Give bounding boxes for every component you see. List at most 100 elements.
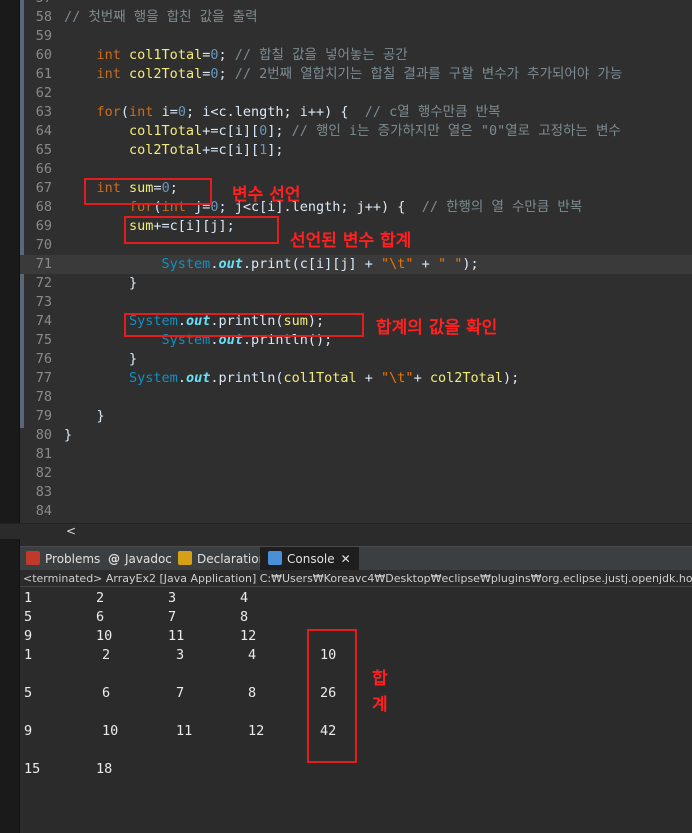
line-number: 62 — [35, 85, 52, 101]
console-value: 4 — [240, 590, 249, 606]
line-number: 71 — [35, 256, 52, 272]
console-icon — [268, 551, 282, 565]
console-value: 3 — [176, 647, 185, 663]
console-value: 8 — [240, 609, 249, 625]
line-number: 61 — [35, 66, 52, 82]
code-text[interactable]: System.out.print(c[i][j] + "\t" + " "); — [64, 255, 479, 274]
code-line[interactable]: 80} — [0, 426, 692, 445]
line-number: 68 — [35, 199, 52, 215]
console-value: 10 — [96, 628, 113, 644]
line-number: 78 — [35, 389, 52, 405]
declaration-icon — [178, 551, 192, 565]
console-value: 9 — [24, 628, 33, 644]
line-number: 76 — [35, 351, 52, 367]
code-text[interactable]: for(int i=0; i<c.length; i++) { // c열 행수… — [64, 103, 501, 122]
line-number: 73 — [35, 294, 52, 310]
code-text[interactable]: } — [64, 407, 105, 426]
code-text[interactable]: // 첫번째 행을 합친 값을 출력 — [64, 8, 258, 27]
code-text[interactable]: int col2Total=0; // 2번째 열합치기는 합칠 결과를 구할 … — [64, 65, 623, 84]
code-line[interactable]: 72 } — [0, 274, 692, 293]
code-editor[interactable]: 5758 // 첫번째 행을 합친 값을 출력 59 60 int col1Total… — [0, 0, 692, 523]
line-number: 75 — [35, 332, 52, 348]
console-value: 12 — [240, 628, 257, 644]
line-number: 63 — [35, 104, 52, 120]
scroll-left-icon[interactable]: < — [66, 524, 76, 538]
line-number: 81 — [35, 446, 52, 462]
console-value: 7 — [168, 609, 177, 625]
console-value: 6 — [96, 609, 105, 625]
tab-declaration[interactable]: Declaration — [178, 547, 266, 571]
code-text[interactable]: col1Total+=c[i][0]; // 행인 i는 증가하지만 열은 "0… — [64, 122, 621, 141]
code-line[interactable]: 71 System.out.print(c[i][j] + "\t" + " "… — [0, 255, 692, 274]
code-text[interactable]: } — [64, 274, 137, 293]
console-status: <terminated> ArrayEx2 [Java Application]… — [20, 570, 692, 587]
code-line[interactable]: 84 — [0, 502, 692, 521]
line-number: 72 — [35, 275, 52, 291]
code-line[interactable]: 79 } — [0, 407, 692, 426]
line-number: 84 — [35, 503, 52, 519]
annotation-sum-declared: 선언된 변수 합계 — [290, 231, 412, 251]
code-line[interactable]: 58 // 첫번째 행을 합친 값을 출력 — [0, 8, 692, 27]
code-text[interactable]: col2Total+=c[i][1]; — [64, 141, 283, 160]
console-value: 15 — [24, 761, 41, 777]
bottom-panel-tabs: Problems @ Javadoc Declaration Console ✕ — [20, 546, 692, 571]
code-line[interactable]: 73 — [0, 293, 692, 312]
code-text[interactable]: } — [64, 350, 137, 369]
console-value: 2 — [102, 647, 111, 663]
console-value: 1 — [24, 647, 33, 663]
annotation-box-totals — [307, 629, 357, 763]
line-number: 74 — [35, 313, 52, 329]
console-value: 11 — [168, 628, 185, 644]
code-line[interactable]: 81 — [0, 445, 692, 464]
code-line[interactable]: 78 — [0, 388, 692, 407]
problems-icon — [26, 551, 40, 565]
code-line[interactable]: 65 col2Total+=c[i][1]; — [0, 141, 692, 160]
code-line[interactable]: 61 int col2Total=0; // 2번째 열합치기는 합칠 결과를 … — [0, 65, 692, 84]
line-number: 82 — [35, 465, 52, 481]
code-text[interactable]: int col1Total=0; // 합칠 값을 넣어놓는 공간 — [64, 46, 408, 65]
code-line[interactable]: 82 — [0, 464, 692, 483]
console-value: 2 — [96, 590, 105, 606]
code-line[interactable]: 64 col1Total+=c[i][0]; // 행인 i는 증가하지만 열은… — [0, 122, 692, 141]
console-value: 12 — [248, 723, 265, 739]
line-number: 67 — [35, 180, 52, 196]
console-value: 6 — [102, 685, 111, 701]
code-text[interactable]: System.out.println(col1Total + "\t"+ col… — [64, 369, 519, 388]
console-value: 1 — [24, 590, 33, 606]
annotation-total-2: 계 — [372, 695, 388, 715]
console-value: 7 — [176, 685, 185, 701]
console-value: 4 — [248, 647, 257, 663]
annotation-total-1: 합 — [372, 669, 388, 689]
left-rail — [0, 0, 20, 833]
console-value: 9 — [24, 723, 33, 739]
horizontal-scrollbar[interactable]: < — [0, 523, 692, 539]
close-icon[interactable]: ✕ — [341, 552, 351, 566]
line-number: 64 — [35, 123, 52, 139]
line-number: 66 — [35, 161, 52, 177]
line-number: 59 — [35, 28, 52, 44]
console-value: 18 — [96, 761, 113, 777]
line-number: 83 — [35, 484, 52, 500]
line-number: 65 — [35, 142, 52, 158]
line-number: 80 — [35, 427, 52, 443]
annotation-check-sum: 합계의 값을 확인 — [376, 318, 498, 338]
annotation-declare: 변수 선언 — [232, 185, 301, 205]
line-number: 70 — [35, 237, 52, 253]
code-line[interactable]: 66 — [0, 160, 692, 179]
annotation-box-declare — [84, 178, 212, 205]
code-line[interactable]: 57 — [0, 0, 692, 8]
tab-problems[interactable]: Problems — [26, 547, 100, 571]
console-value: 5 — [24, 685, 33, 701]
code-line[interactable]: 83 — [0, 483, 692, 502]
code-line[interactable]: 76 } — [0, 350, 692, 369]
console-value: 5 — [24, 609, 33, 625]
code-text[interactable]: } — [64, 426, 72, 445]
code-line[interactable]: 63 for(int i=0; i<c.length; i++) { // c열… — [0, 103, 692, 122]
code-line[interactable]: 59 — [0, 27, 692, 46]
tab-console[interactable]: Console ✕ — [260, 547, 359, 571]
code-line[interactable]: 62 — [0, 84, 692, 103]
tab-javadoc[interactable]: @ Javadoc — [108, 547, 172, 571]
console-value: 3 — [168, 590, 177, 606]
code-line[interactable]: 60 int col1Total=0; // 합칠 값을 넣어놓는 공간 — [0, 46, 692, 65]
code-line[interactable]: 77 System.out.println(col1Total + "\t"+ … — [0, 369, 692, 388]
